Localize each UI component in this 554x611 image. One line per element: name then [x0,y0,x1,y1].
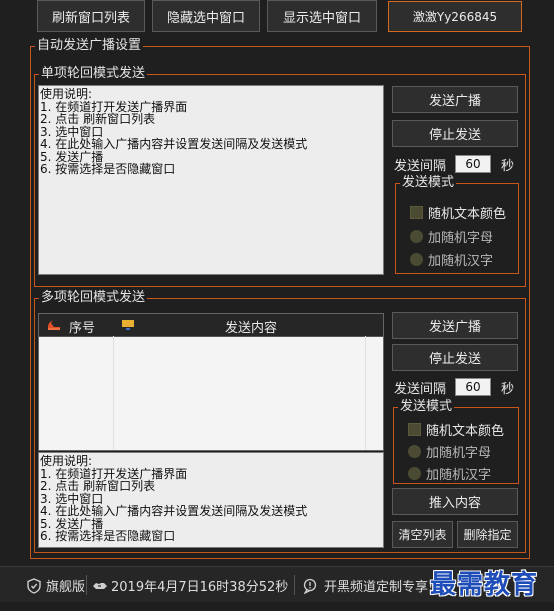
option-label: 随机文本颜色 [428,207,507,222]
multi-mode-title: 多项轮回模式发送 [41,290,146,305]
instruction-line: 4. 在此处输入广播内容并设置发送间隔及发送模式 [40,504,308,518]
multi-content-textarea[interactable]: 使用说明: 1. 在频道打开发送广播界面 2. 点击 刷新窗口列表 3. 选中窗… [38,452,384,548]
delete-selected-button[interactable]: 删除指定 [457,521,518,548]
multi-random-letter-radio[interactable]: 加随机字母 [408,442,491,461]
instruction-line: 6. 按需选择是否隐藏窗口 [40,162,176,176]
single-mode-title: 单项轮回模式发送 [41,66,146,81]
single-random-letter-radio[interactable]: 加随机字母 [410,227,493,246]
option-label: 加随机字母 [426,446,492,461]
insert-content-button[interactable]: 推入内容 [392,488,518,515]
checkbox-box [408,423,421,436]
clear-list-button[interactable]: 清空列表 [392,521,453,548]
instruction-line: 使用说明: [40,87,93,101]
column-divider [113,336,114,450]
status-separator [86,575,87,595]
author-button[interactable]: 激激Yy266845 [388,1,522,32]
multi-random-color-checkbox[interactable]: 随机文本颜色 [408,420,504,439]
instruction-line: 4. 在此处输入广播内容并设置发送间隔及发送模式 [40,137,308,151]
fire-icon [47,319,61,331]
instruction-line: 6. 按需选择是否隐藏窗口 [40,529,176,543]
single-send-broadcast-button[interactable]: 发送广播 [392,86,518,113]
edition-item: 旗舰版 [26,576,85,595]
option-label: 随机文本颜色 [426,424,505,439]
single-random-color-checkbox[interactable]: 随机文本颜色 [410,203,506,222]
promo-text: 开黑频道定制专享! [324,580,434,595]
multi-interval-label: 发送间隔 [394,382,447,397]
single-send-mode-title: 发送模式 [402,175,455,190]
multi-interval-unit: 秒 [501,382,515,397]
promo-item: 开黑频道定制专享! [302,576,433,595]
multi-send-broadcast-button[interactable]: 发送广播 [392,312,518,339]
datetime-item: 2019年4月7日16时38分52秒 [92,576,288,595]
monitor-icon [121,319,135,331]
column-divider [365,336,366,450]
shield-icon [26,577,42,594]
refresh-window-list-button[interactable]: 刷新窗口列表 [37,0,145,32]
single-interval-label: 发送间隔 [394,159,447,174]
radio-dot [408,467,421,480]
status-separator [294,575,295,595]
info-bubble-icon [302,578,318,595]
multi-interval-input[interactable]: 60 [455,378,491,396]
multi-random-hanzi-radio[interactable]: 加随机汉字 [408,464,491,483]
datetime-text: 2019年4月7日16时38分52秒 [111,580,289,595]
instruction-line: 使用说明: [40,454,93,468]
single-random-hanzi-radio[interactable]: 加随机汉字 [410,250,493,269]
single-interval-input[interactable]: 60 [455,155,491,173]
show-selected-window-button[interactable]: 显示选中窗口 [267,0,377,32]
radio-dot [410,253,423,266]
instruction-line: 2. 点击 刷新窗口列表 [40,112,156,126]
auto-broadcast-title: 自动发送广播设置 [37,38,142,53]
option-label: 加随机字母 [428,231,494,246]
option-label: 加随机汉字 [428,254,494,269]
instruction-line: 2. 点击 刷新窗口列表 [40,479,156,493]
multi-content-table[interactable]: 序号 发送内容 [38,313,384,451]
radio-dot [410,230,423,243]
handshake-icon [92,578,108,594]
single-stop-send-button[interactable]: 停止发送 [392,120,518,147]
single-interval-unit: 秒 [501,159,515,174]
multi-send-mode-title: 发送模式 [400,399,453,414]
radio-dot [408,445,421,458]
edition-text: 旗舰版 [46,580,86,595]
table-header: 序号 发送内容 [39,314,383,337]
checkbox-box [410,206,423,219]
hide-selected-window-button[interactable]: 隐藏选中窗口 [152,0,260,32]
multi-stop-send-button[interactable]: 停止发送 [392,344,518,371]
option-label: 加随机汉字 [426,468,492,483]
single-content-textarea[interactable]: 使用说明: 1. 在频道打开发送广播界面 2. 点击 刷新窗口列表 3. 选中窗… [38,85,384,275]
column-header-content[interactable]: 发送内容 [225,317,277,336]
watermark-logo: 最需教育 [430,570,539,600]
column-header-index[interactable]: 序号 [69,317,95,336]
